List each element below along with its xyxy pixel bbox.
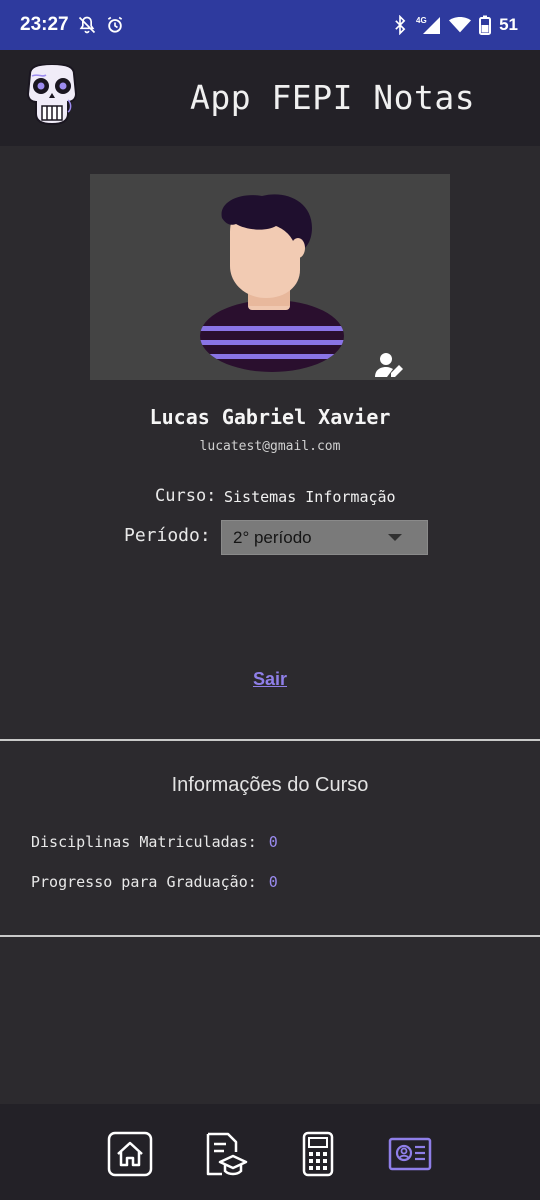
bottom-navigation <box>0 1104 540 1200</box>
progresso-label: Progresso para Graduação: <box>31 873 257 891</box>
curso-label: Curso: <box>155 486 217 506</box>
dropdown-arrow-icon <box>388 534 402 541</box>
user-email: lucatest@gmail.com <box>199 439 341 454</box>
app-title: App FEPI Notas <box>190 78 476 117</box>
bluetooth-icon <box>393 15 407 35</box>
periodo-label: Período: <box>124 525 211 546</box>
disciplinas-label: Disciplinas Matriculadas: <box>31 833 257 851</box>
calculator-icon <box>302 1131 334 1177</box>
user-edit-icon <box>375 353 403 377</box>
curso-value: Sistemas Informação <box>224 488 396 506</box>
progresso-value: 0 <box>268 873 278 891</box>
logout-container: Sair <box>0 669 540 690</box>
cell-signal-icon: 4G <box>415 15 441 35</box>
nav-home-button[interactable] <box>106 1130 154 1178</box>
battery-icon <box>479 15 492 35</box>
divider-top <box>0 739 540 741</box>
battery-level: 51 <box>499 15 518 34</box>
network-type-label: 4G <box>416 16 427 25</box>
grades-document-icon <box>206 1132 248 1176</box>
home-icon <box>107 1131 153 1177</box>
divider-bottom <box>0 935 540 937</box>
edit-avatar-button[interactable] <box>374 350 404 380</box>
progresso-row: Progresso para Graduação: 0 <box>31 873 278 891</box>
app-header: App FEPI Notas <box>0 50 540 146</box>
profile-card-icon <box>388 1137 432 1171</box>
notifications-muted-icon <box>77 15 97 35</box>
disciplinas-row: Disciplinas Matriculadas: 0 <box>31 833 278 851</box>
nav-calculator-button[interactable] <box>294 1130 342 1178</box>
course-info-title: Informações do Curso <box>171 774 369 796</box>
periodo-selected-value: 2° período <box>233 527 312 547</box>
wifi-icon <box>449 16 472 34</box>
status-bar: 23:27 4G 51 <box>0 0 540 50</box>
alarm-icon <box>105 15 125 35</box>
nav-grades-button[interactable] <box>200 1130 248 1178</box>
periodo-dropdown[interactable]: 2° período <box>221 520 428 555</box>
status-time: 23:27 <box>20 14 69 35</box>
user-name: Lucas Gabriel Xavier <box>149 405 391 429</box>
nav-profile-button[interactable] <box>386 1130 434 1178</box>
logout-link[interactable]: Sair <box>253 669 287 689</box>
profile-screen: 23:27 4G 51 App FEPI Notas Lucas Gabriel… <box>0 0 540 1200</box>
skull-logo-icon <box>24 62 80 130</box>
disciplinas-value: 0 <box>268 833 278 851</box>
